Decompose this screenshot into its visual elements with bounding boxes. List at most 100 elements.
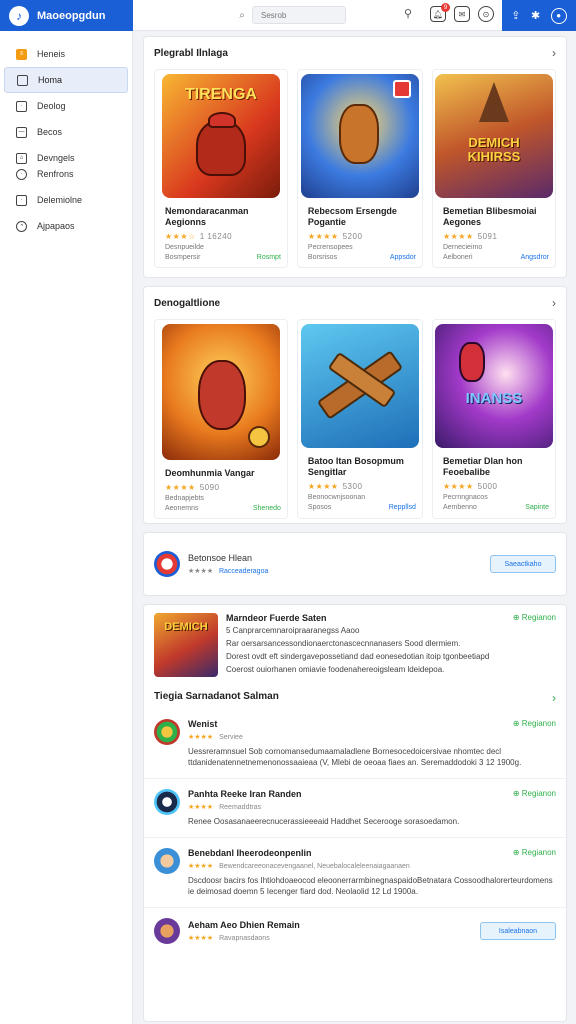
game-rating: ★★★★ 5000 <box>433 478 555 491</box>
recommend-meta: ★★★★ Racceaderagoa <box>188 568 269 575</box>
game-title: Nemondaracanman Aegionns <box>165 206 249 227</box>
game-action[interactable]: Angsdror <box>521 254 549 261</box>
game-card[interactable]: Deomhunmia Vangar ★★★★ 5090 Bednapjebts A… <box>154 319 288 519</box>
game-action[interactable]: Shenedo <box>253 505 281 512</box>
item-title: Benebdanl Iheerodeonpenlin <box>188 848 312 858</box>
item-rating: ★★★★ Serviee <box>188 732 556 741</box>
list-item[interactable]: Aeham Aeo Dhien Remain ★★★★ Ravapnasdaons… <box>144 907 566 954</box>
item-rating: ★★★★ Reemaddtras <box>188 802 556 811</box>
register-link[interactable]: ⊕ Regianon <box>513 789 556 799</box>
notification-bell-icon[interactable]: 🔔︎ 9 <box>430 3 450 22</box>
chevron-right-icon[interactable]: › <box>552 296 556 310</box>
game-card[interactable]: INANSS Bemetiar Dlan hon Feoebalibe ★★★★… <box>431 319 556 519</box>
game-rating: ★★★★ 5200 <box>298 228 422 241</box>
register-label: Regianon <box>521 613 556 622</box>
feature-list-card: DEMICH Marndeor Fuerde Saten ⊕ Regianon … <box>143 604 567 1022</box>
thumbnail-title: TIRENGA <box>184 86 257 103</box>
register-link[interactable]: ⊕ Regianon <box>513 613 556 623</box>
upload-icon[interactable]: ⇪ <box>511 9 520 22</box>
recommend-logo-icon <box>154 551 180 577</box>
game-rating: ★★★★ 5300 <box>298 478 422 491</box>
install-button[interactable]: Isaleabnaon <box>480 922 556 940</box>
search-input[interactable]: Sesrob <box>252 6 346 24</box>
section-title: Denogaltlione <box>154 297 221 309</box>
game-action[interactable]: Appsdor <box>390 254 416 261</box>
chevron-right-icon[interactable]: › <box>552 46 556 60</box>
star-rating: ★★★★ <box>442 232 474 241</box>
feature-thumbnail[interactable]: DEMICH <box>154 613 218 677</box>
sidebar-item-2[interactable]: · Deolog <box>4 93 128 119</box>
chevron-right-icon[interactable]: › <box>552 691 556 705</box>
game-thumbnail[interactable] <box>161 324 280 460</box>
character-figure <box>458 342 485 382</box>
game-thumbnail[interactable]: DEMICH KIHIRSS <box>434 74 553 198</box>
game-thumbnail[interactable]: TIRENGA <box>161 74 280 198</box>
recommend-button[interactable]: Saeactkaho <box>490 555 556 573</box>
avatar[interactable]: ● <box>550 7 567 24</box>
rating-count: 1 16240 <box>199 232 233 241</box>
rating-count: 5200 <box>342 232 363 241</box>
game-thumbnail[interactable] <box>300 74 419 198</box>
search-submit-icon[interactable]: ⚲ <box>404 7 412 20</box>
sidebar-item-6[interactable]: · Delemiolne <box>4 187 128 213</box>
star-rating: ★★★★ <box>188 804 214 811</box>
item-sub: Bewendcareeonacevengaanel, Neuebalocalel… <box>219 863 410 870</box>
rating-count: 5000 <box>477 482 498 491</box>
item-logo-icon <box>154 918 180 944</box>
sidebar-item-0[interactable]: ≡ Heneis <box>4 41 128 67</box>
sidebar-item-5[interactable]: · Renfrons <box>4 161 128 187</box>
recommend-link[interactable]: Racceaderagoa <box>219 568 268 575</box>
sidebar-item-7[interactable]: ◔ Ajpapaos <box>4 213 128 239</box>
brand[interactable]: ♪ Maoeopgdun <box>0 0 133 31</box>
game-rating: ★★★★ 5090 <box>155 479 287 492</box>
list-title: Tiegia Sarnadanot Salman <box>154 691 279 702</box>
star-rating: ★★★★ <box>307 482 339 491</box>
sidebar-item-1[interactable]: Homa <box>4 67 128 93</box>
list-item[interactable]: Wenist ⊕ Regianon ★★★★ Serviee Uessreramn… <box>144 709 566 778</box>
alerts-icon[interactable]: ✱ <box>531 9 540 22</box>
game-card[interactable]: Rebecsom Ersengde Pogantie ★★★★ 5200 Pecr… <box>296 69 423 268</box>
register-link[interactable]: ⊕ Regianon <box>513 719 556 729</box>
game-action[interactable]: Reppllsd <box>389 504 416 511</box>
game-meta: Sposos <box>307 504 332 511</box>
game-card[interactable]: Batoo Itan Bosopmum Sengitlar ★★★★ 5300 B… <box>296 319 423 519</box>
game-title: Bemetian Blibesmoiai Aegones <box>442 206 537 227</box>
top-bar: ♪ Maoeopgdun ⌕ Sesrob ⚲ 🔔︎ 9 ✉ ⊙ ⇪ ✱ ● <box>0 0 576 31</box>
popular-section: Denogaltlione › Deomhunmia Vangar ★★★★ 50… <box>143 286 567 524</box>
circle-icon: · <box>16 168 27 180</box>
game-thumbnail[interactable] <box>300 324 419 448</box>
search-icon: ⌕ <box>239 9 245 21</box>
game-action[interactable]: Sapinte <box>525 504 549 511</box>
item-sub: Ravapnasdaons <box>219 935 270 942</box>
item-rating: ★★★★ Ravapnasdaons <box>188 933 480 942</box>
item-title: Aeham Aeo Dhien Remain <box>188 920 300 930</box>
game-rating: ★★★★ 5091 <box>433 228 555 241</box>
game-card[interactable]: TIRENGA Nemondaracanman Aegionns ★★★☆ 1 1… <box>154 69 288 268</box>
sidebar-item-3[interactable]: — Becos <box>4 119 128 145</box>
clipboard-icon: · <box>16 194 27 206</box>
message-icon[interactable]: ✉ <box>454 6 470 22</box>
coin-icon <box>247 426 270 448</box>
game-meta: Aeonemns <box>165 505 199 512</box>
sidebar-item-label: Deolog <box>37 101 66 111</box>
game-category: Pecrnngnacos <box>442 494 488 501</box>
game-action[interactable]: Rosmpt <box>257 254 281 261</box>
game-thumbnail[interactable]: INANSS <box>434 324 553 448</box>
settings-icon[interactable]: ⊙ <box>478 6 494 22</box>
star-rating: ★★★★ <box>165 483 196 492</box>
recommend-bar: Betonsoe Hlean ★★★★ Racceaderagoa Saeact… <box>143 532 567 596</box>
game-meta: Bosmpersir <box>165 254 201 261</box>
register-link[interactable]: ⊕ Regianon <box>513 848 556 858</box>
featured-item[interactable]: DEMICH Marndeor Fuerde Saten ⊕ Regianon … <box>144 605 566 681</box>
thumbnail-title: DEMICH KIHIRSS <box>467 135 521 164</box>
list-item[interactable]: Benebdanl Iheerodeonpenlin ⊕ Regianon ★★… <box>144 837 566 907</box>
sidebar-item-label: Heneis <box>37 49 66 59</box>
user-area: ⇪ ✱ ● <box>502 0 576 31</box>
star-rating: ★★★★ <box>188 935 214 942</box>
item-title: Wenist <box>188 719 218 729</box>
list-item[interactable]: Panhta Reeke Iran Randen ⊕ Regianon ★★★★… <box>144 778 566 837</box>
sidebar-item-label: Delemiolne <box>37 195 83 205</box>
game-card[interactable]: DEMICH KIHIRSS Bemetian Blibesmoiai Aego… <box>431 69 556 268</box>
item-logo-icon <box>154 719 180 745</box>
star-rating: ★★★★ <box>442 482 474 491</box>
